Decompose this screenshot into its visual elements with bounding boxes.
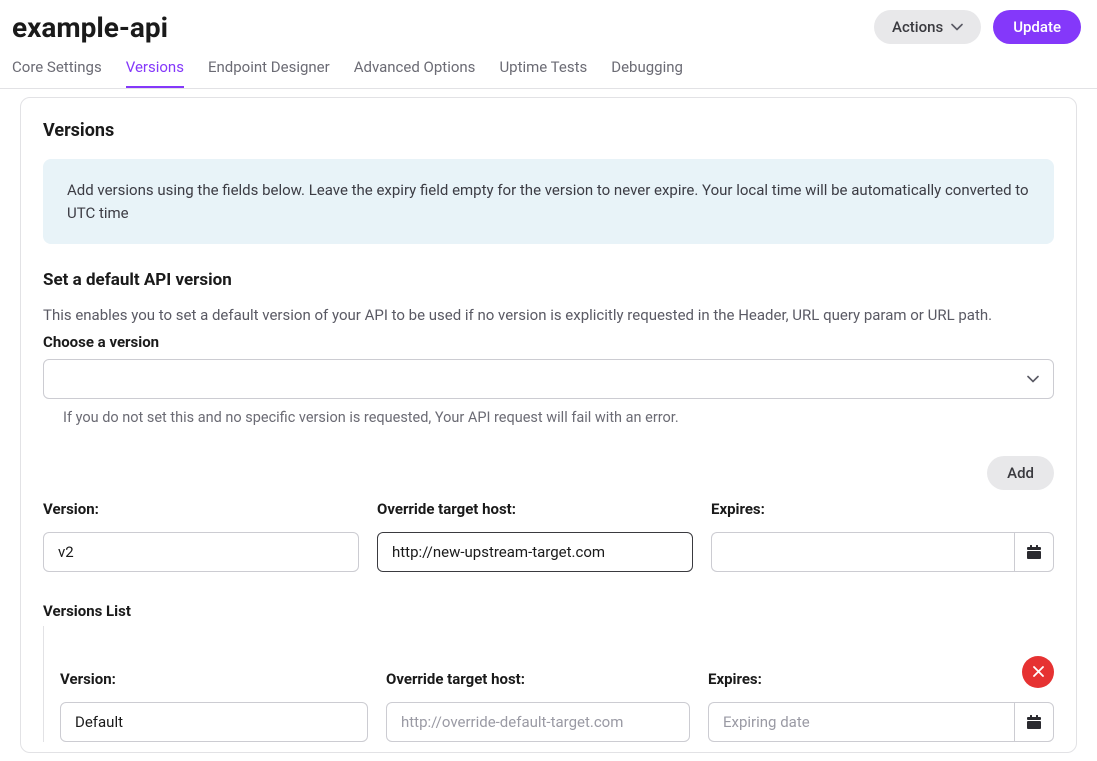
- list-host-label: Override target host:: [386, 670, 690, 688]
- versions-panel: Versions Add versions using the fields b…: [20, 97, 1077, 753]
- tab-core-settings[interactable]: Core Settings: [12, 58, 102, 88]
- page-title: example-api: [12, 11, 168, 44]
- chevron-down-icon: [951, 23, 963, 31]
- tab-versions[interactable]: Versions: [126, 58, 184, 88]
- version-input[interactable]: [43, 532, 359, 572]
- tabs: Core Settings Versions Endpoint Designer…: [0, 44, 1097, 89]
- calendar-icon: [1027, 715, 1041, 729]
- host-label: Override target host:: [377, 500, 693, 518]
- choose-version-label: Choose a version: [43, 333, 1054, 351]
- tab-uptime-tests[interactable]: Uptime Tests: [499, 58, 587, 88]
- list-calendar-button[interactable]: [1014, 702, 1054, 742]
- close-icon: [1033, 666, 1044, 677]
- list-version-label: Version:: [60, 670, 368, 688]
- default-section-title: Set a default API version: [43, 270, 1054, 290]
- list-expires-input[interactable]: [708, 702, 1014, 742]
- versions-list-title: Versions List: [43, 602, 1054, 620]
- info-box: Add versions using the fields below. Lea…: [43, 159, 1054, 244]
- tab-endpoint-designer[interactable]: Endpoint Designer: [208, 58, 330, 88]
- versions-list: Version: Override target host: Expires:: [43, 626, 1054, 742]
- panel-title: Versions: [43, 120, 1054, 141]
- header-actions: Actions Update: [874, 10, 1081, 44]
- update-button[interactable]: Update: [993, 10, 1081, 44]
- default-section-desc: This enables you to set a default versio…: [43, 304, 1054, 327]
- tab-advanced-options[interactable]: Advanced Options: [354, 58, 476, 88]
- list-version-input[interactable]: [60, 702, 368, 742]
- expires-label: Expires:: [711, 500, 1054, 518]
- expires-input[interactable]: [711, 532, 1014, 572]
- delete-button[interactable]: [1022, 656, 1054, 688]
- add-button[interactable]: Add: [987, 456, 1054, 490]
- calendar-button[interactable]: [1014, 532, 1054, 572]
- list-expires-label: Expires:: [708, 670, 1054, 688]
- calendar-icon: [1027, 545, 1041, 559]
- list-host-input[interactable]: [386, 702, 690, 742]
- default-version-hint: If you do not set this and no specific v…: [43, 409, 1054, 426]
- default-version-select[interactable]: [43, 359, 1054, 399]
- host-input[interactable]: [377, 532, 693, 572]
- actions-button[interactable]: Actions: [874, 10, 981, 44]
- actions-label: Actions: [892, 18, 943, 36]
- tab-debugging[interactable]: Debugging: [611, 58, 683, 88]
- version-label: Version:: [43, 500, 359, 518]
